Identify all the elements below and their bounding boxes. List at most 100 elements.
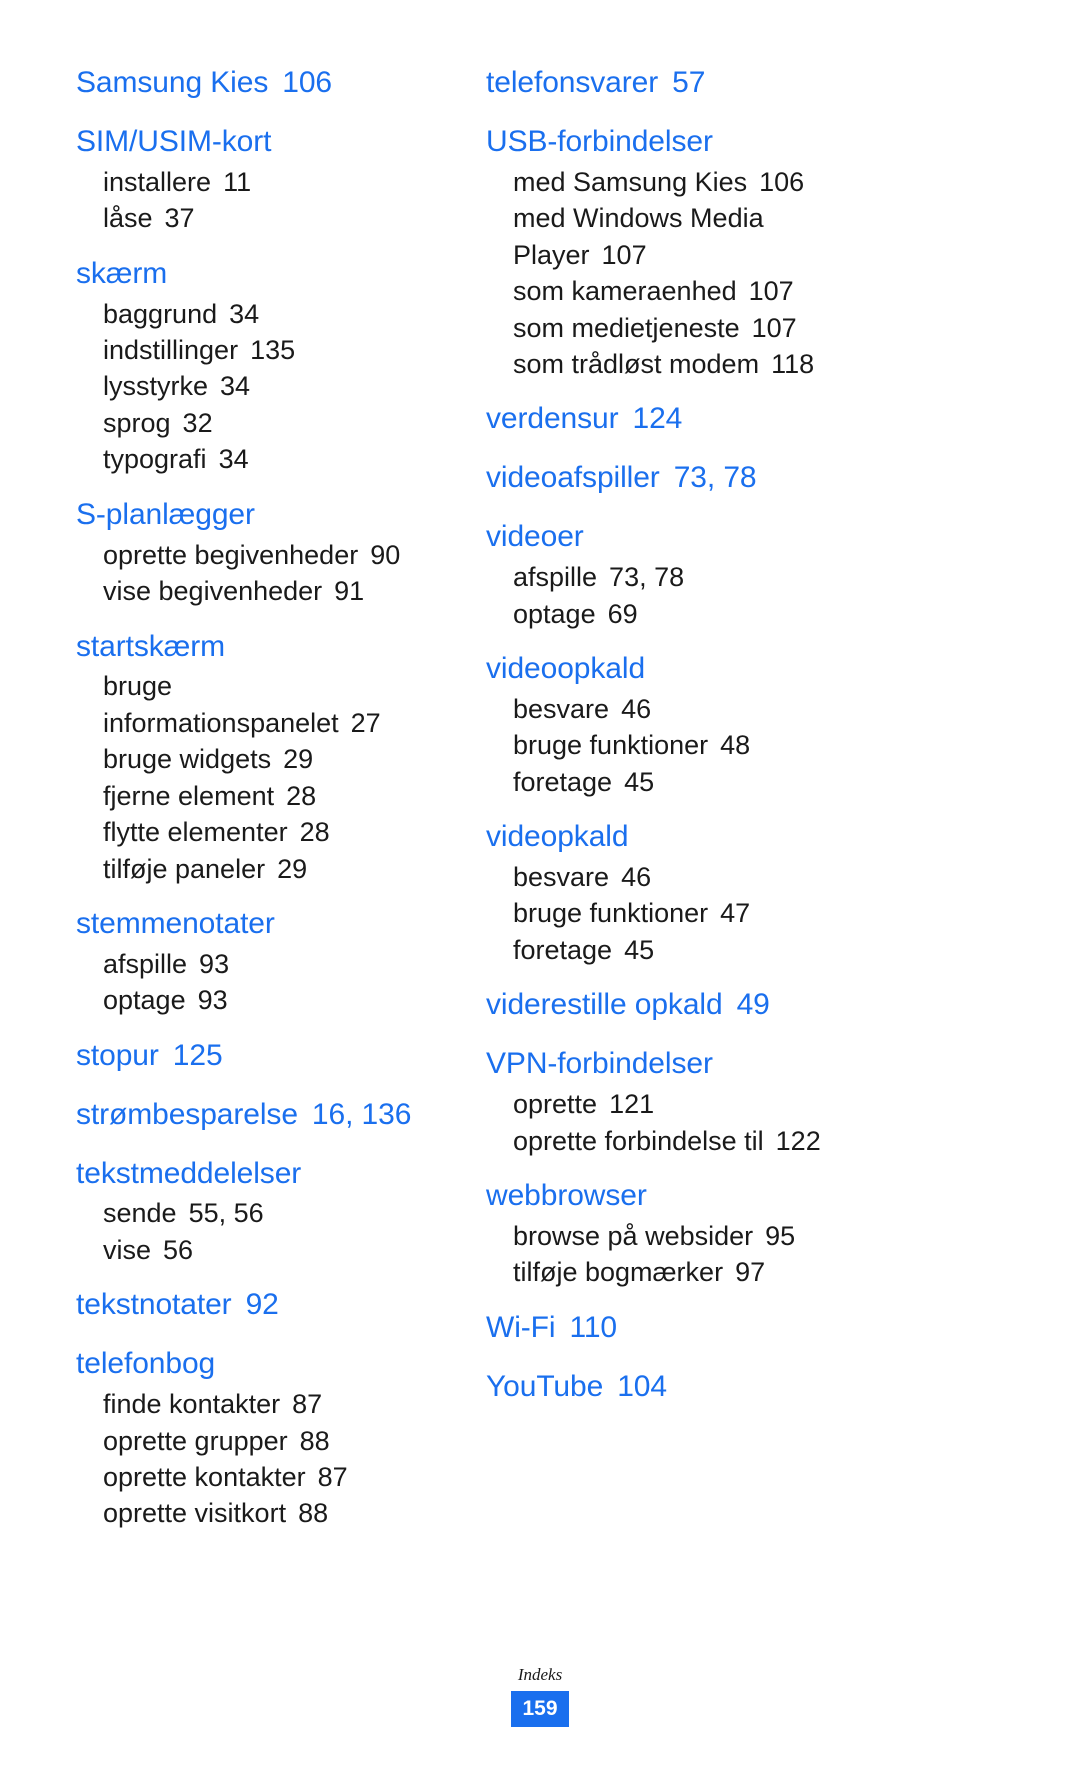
index-heading[interactable]: S-planlægger (76, 494, 470, 537)
index-subentry-pages: 56 (163, 1234, 194, 1265)
index-subentry[interactable]: indstillinger 135 (76, 332, 470, 368)
index-subentry-pages: 47 (720, 898, 751, 929)
index-entry: tekstmeddelelser sende 55, 56 vise 56 (76, 1153, 470, 1269)
index-subentry[interactable]: tilføje paneler 29 (76, 851, 470, 887)
index-subentry[interactable]: lysstyrke 34 (76, 368, 470, 404)
index-heading[interactable]: videopkald (486, 816, 1080, 859)
index-heading[interactable]: strømbesparelse 16, 136 (76, 1094, 470, 1137)
index-heading[interactable]: tekstmeddelelser (76, 1153, 470, 1196)
index-subentry[interactable]: oprette visitkort 88 (76, 1495, 470, 1531)
index-subentry-label: låse (103, 203, 153, 234)
index-subentry[interactable]: baggrund 34 (76, 296, 470, 332)
index-heading[interactable]: stemmenotater (76, 903, 470, 946)
index-entry: S-planlægger oprette begivenheder 90 vise b… (76, 494, 470, 610)
index-subentry-label: afspille (513, 562, 598, 593)
index-heading-label: videoer (486, 520, 584, 554)
index-entry: VPN-forbindelser oprette 121 oprette forbin… (486, 1043, 1080, 1159)
index-subentry-pages: 69 (607, 598, 638, 629)
index-subentry[interactable]: finde kontakter 87 (76, 1386, 470, 1422)
index-heading[interactable]: videoopkald (486, 648, 1080, 691)
index-subentry[interactable]: oprette kontakter 87 (76, 1459, 470, 1495)
index-heading[interactable]: VPN-forbindelser (486, 1043, 1080, 1086)
index-heading[interactable]: Wi-Fi 110 (486, 1307, 1080, 1350)
index-subentry[interactable]: flytte elementer 28 (76, 814, 470, 850)
index-subentry-pages: 88 (298, 1498, 329, 1529)
index-subentry-label: med Samsung Kies (513, 166, 748, 197)
index-subentry[interactable]: bruge informationspanelet 27 (76, 668, 433, 741)
index-subentry[interactable]: foretage 45 (486, 764, 1080, 800)
index-subentry[interactable]: vise 56 (76, 1232, 470, 1268)
index-subentry[interactable]: browse på websider 95 (486, 1218, 1080, 1254)
index-subentry-list: browse på websider 95 tilføje bogmærker 97 (486, 1218, 1080, 1291)
index-subentry-pages: 29 (283, 744, 314, 775)
index-subentry[interactable]: afspille 93 (76, 946, 470, 982)
index-subentry[interactable]: typografi 34 (76, 441, 470, 477)
index-subentry-label: oprette forbindelse til (513, 1125, 764, 1156)
index-entry: verdensur 124 (486, 398, 1080, 441)
index-heading[interactable]: videoer (486, 516, 1080, 559)
index-heading[interactable]: YouTube 104 (486, 1366, 1080, 1409)
index-subentry[interactable]: optage 69 (486, 596, 1080, 632)
index-subentry[interactable]: sende 55, 56 (76, 1195, 470, 1231)
index-heading[interactable]: videoafspiller 73, 78 (486, 457, 1080, 500)
index-subentry[interactable]: bruge funktioner 48 (486, 727, 1080, 763)
index-subentry-pages: 48 (720, 730, 751, 761)
index-subentry-pages: 55, 56 (188, 1198, 264, 1229)
index-heading[interactable]: webbrowser (486, 1175, 1080, 1218)
index-subentry-label: foretage (513, 766, 613, 797)
index-subentry-label: afspille (103, 948, 188, 979)
index-subentry[interactable]: bruge funktioner 47 (486, 895, 1080, 931)
index-subentry-pages: 107 (748, 276, 794, 307)
index-subentry[interactable]: med Samsung Kies 106 (486, 164, 1080, 200)
index-heading-label: SIM/USIM-kort (76, 124, 272, 158)
index-heading[interactable]: Samsung Kies 106 (76, 62, 470, 105)
index-entry: tekstnotater 92 (76, 1284, 470, 1327)
index-subentry-label: bruge widgets (103, 744, 272, 775)
index-subentry[interactable]: besvare 46 (486, 691, 1080, 727)
index-heading[interactable]: stopur 125 (76, 1035, 470, 1078)
index-subentry[interactable]: installere 11 (76, 164, 470, 200)
index-heading-pages: 57 (672, 66, 706, 99)
index-entry: SIM/USIM-kort installere 11 låse 37 (76, 121, 470, 237)
index-heading[interactable]: skærm (76, 253, 470, 296)
index-subentry[interactable]: låse 37 (76, 200, 470, 236)
index-subentry-pages: 97 (735, 1257, 766, 1288)
index-subentry-pages: 121 (609, 1089, 655, 1120)
index-heading-label: videopkald (486, 820, 629, 854)
index-heading[interactable]: tekstnotater 92 (76, 1284, 470, 1327)
index-subentry[interactable]: som kameraenhed 107 (486, 273, 1080, 309)
index-subentry[interactable]: som medietjeneste 107 (486, 310, 1080, 346)
index-subentry[interactable]: vise begivenheder 91 (76, 573, 470, 609)
index-subentry[interactable]: foretage 45 (486, 932, 1080, 968)
index-subentry[interactable]: tilføje bogmærker 97 (486, 1254, 1080, 1290)
index-entry: skærm baggrund 34 indstillinger 135 lysstyrke… (76, 253, 470, 478)
index-heading-pages: 125 (172, 1038, 223, 1072)
index-subentry[interactable]: bruge widgets 29 (76, 741, 470, 777)
index-subentry[interactable]: optage 93 (76, 982, 470, 1018)
index-heading[interactable]: telefonbog (76, 1343, 470, 1386)
index-entry: strømbesparelse 16, 136 (76, 1094, 470, 1137)
index-subentry[interactable]: besvare 46 (486, 859, 1080, 895)
index-heading-pages: 49 (736, 988, 770, 1022)
index-heading-label: USB-forbindelser (486, 124, 713, 158)
index-subentry[interactable]: fjerne element 28 (76, 778, 470, 814)
index-heading[interactable]: verdensur 124 (486, 398, 1080, 441)
index-subentry-list: installere 11 låse 37 (76, 164, 470, 237)
index-heading-label: tekstnotater (76, 1288, 232, 1322)
index-subentry[interactable]: oprette begivenheder 90 (76, 537, 470, 573)
index-subentry[interactable]: med Windows Media Player 107 (486, 200, 843, 273)
index-heading[interactable]: startskærm (76, 626, 470, 669)
index-subentry[interactable]: sprog 32 (76, 405, 470, 441)
index-subentry[interactable]: afspille 73, 78 (486, 559, 1080, 595)
index-heading-label: YouTube (486, 1369, 604, 1403)
page-footer: Indeks 159 (0, 1665, 1080, 1727)
index-subentry[interactable]: oprette forbindelse til 122 (486, 1123, 1080, 1159)
index-subentry[interactable]: som trådløst modem 118 (486, 346, 1080, 382)
index-heading[interactable]: telefonsvarer 57 (486, 62, 1080, 105)
index-subentry-label: baggrund (103, 298, 218, 329)
index-heading[interactable]: USB-forbindelser (486, 121, 1080, 164)
index-subentry[interactable]: oprette 121 (486, 1086, 1080, 1122)
index-heading[interactable]: SIM/USIM-kort (76, 121, 470, 164)
index-heading[interactable]: viderestille opkald 49 (486, 984, 1080, 1027)
index-subentry[interactable]: oprette grupper 88 (76, 1423, 470, 1459)
